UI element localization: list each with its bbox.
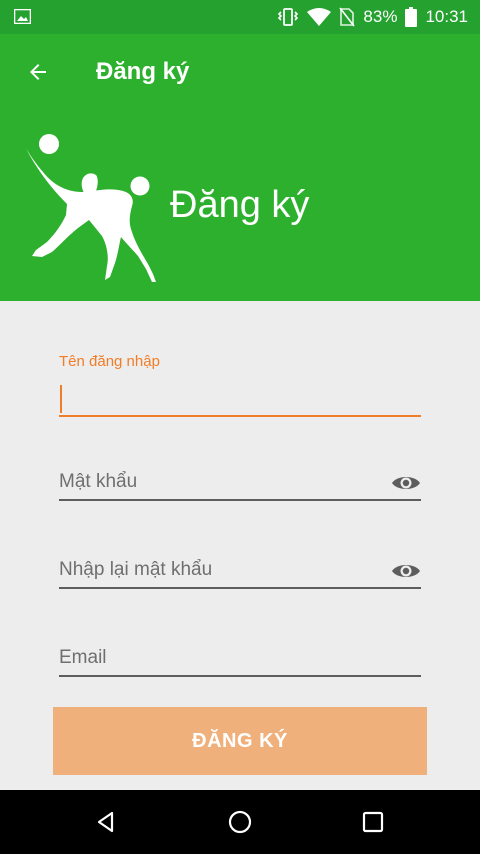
football-player-icon (26, 134, 156, 282)
battery-percent: 83% (363, 7, 398, 26)
hero-title: Đăng ký (170, 184, 310, 226)
confirm-password-input[interactable] (59, 555, 379, 585)
nav-home-button[interactable] (222, 804, 258, 840)
hero-banner: Đăng ký (0, 110, 480, 301)
eye-icon[interactable] (391, 473, 421, 493)
recents-square-icon (362, 811, 384, 833)
nav-back-button[interactable] (88, 804, 124, 840)
username-label: Tên đăng nhập (59, 353, 160, 370)
battery-icon (405, 7, 418, 27)
nav-recents-button[interactable] (355, 804, 391, 840)
email-field (59, 641, 421, 679)
confirm-password-field (59, 553, 421, 591)
username-underline (59, 415, 421, 417)
clock: 10:31 (425, 7, 468, 26)
username-field: Tên đăng nhập (59, 353, 421, 419)
system-nav-bar (0, 790, 480, 854)
wifi-icon (307, 8, 332, 26)
back-triangle-icon (97, 811, 114, 833)
status-bar: 83% 10:31 (0, 0, 480, 34)
no-sim-icon (339, 7, 356, 27)
register-button[interactable]: ĐĂNG KÝ (53, 707, 427, 775)
eye-icon[interactable] (391, 561, 421, 581)
confirm-password-underline (59, 587, 421, 589)
vibrate-icon (278, 8, 299, 26)
password-field (59, 465, 421, 503)
arrow-left-icon (30, 64, 46, 80)
register-form: Tên đăng nhập ĐĂNG KÝ (0, 301, 480, 790)
email-input[interactable] (59, 643, 421, 673)
email-underline (59, 675, 421, 677)
app-bar-title: Đăng ký (96, 58, 190, 85)
password-input[interactable] (59, 467, 379, 497)
status-icons: 83% 10:31 (277, 0, 468, 34)
home-circle-icon (228, 810, 252, 834)
app-bar: Đăng ký (0, 34, 480, 110)
username-input[interactable] (59, 383, 421, 415)
image-icon (14, 9, 31, 24)
back-button[interactable] (20, 54, 56, 90)
password-underline (59, 499, 421, 501)
